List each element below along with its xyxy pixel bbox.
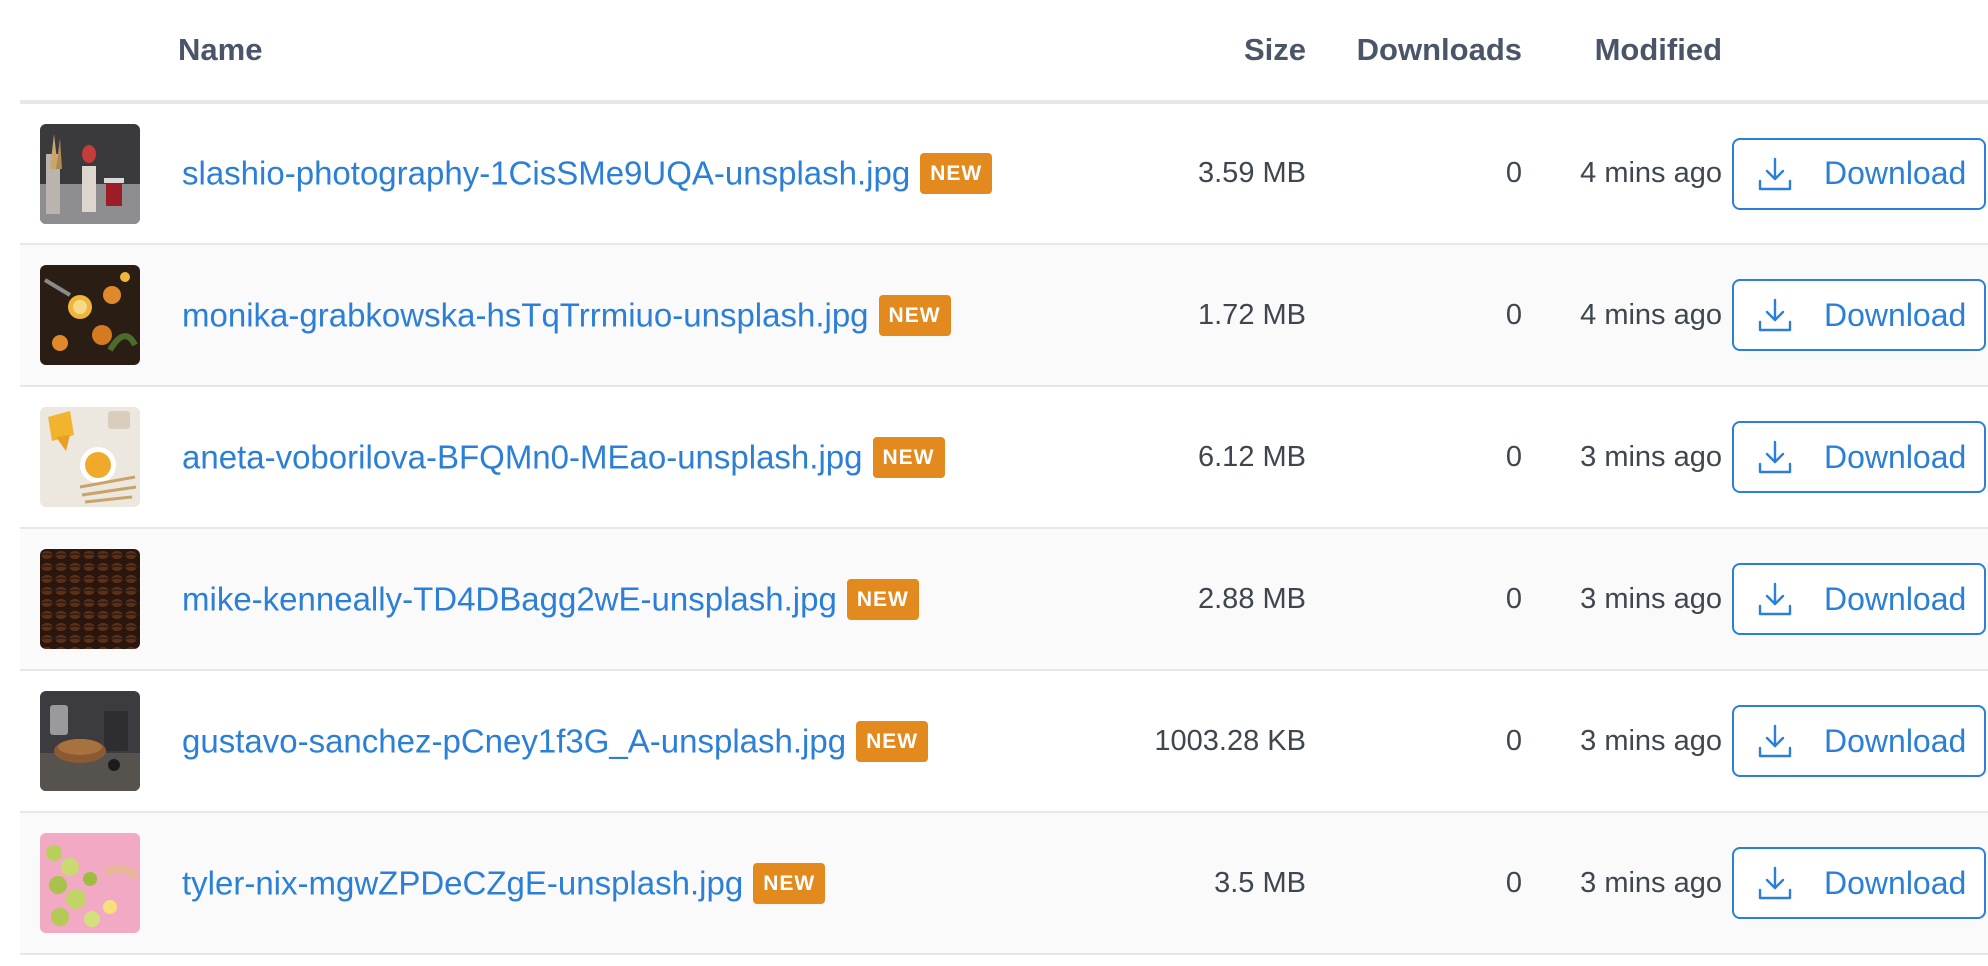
new-badge: NEW [878, 294, 951, 336]
download-icon [1756, 296, 1794, 334]
download-icon [1756, 722, 1794, 760]
thumbnail-cell [20, 528, 160, 671]
files-table: Name Size Downloads Modified slashio-pho… [20, 0, 1988, 955]
table-row: aneta-voborilova-BFQMn0-MEao-unsplash.jp… [20, 386, 1988, 529]
table-row: mike-kenneally-TD4DBagg2wE-unsplash.jpg N… [20, 528, 1988, 671]
file-link[interactable]: aneta-voborilova-BFQMn0-MEao-unsplash.jp… [182, 438, 863, 475]
thumbnail-cell [20, 102, 160, 245]
download-button-label: Download [1824, 438, 1967, 475]
file-thumbnail[interactable] [40, 407, 140, 507]
new-badge: NEW [753, 862, 826, 904]
download-icon [1756, 155, 1794, 193]
file-link[interactable]: monika-grabkowska-hsTqTrrmiuo-unsplash.j… [182, 296, 869, 333]
file-thumbnail[interactable] [40, 691, 140, 791]
new-badge: NEW [846, 578, 919, 620]
downloads-column-header[interactable]: Downloads [1316, 0, 1532, 104]
file-link[interactable]: gustavo-sanchez-pCney1f3G_A-unsplash.jpg [182, 722, 846, 759]
thumbnail-cell [20, 812, 160, 955]
actions-cell: Download [1732, 386, 1988, 529]
download-button-label: Download [1824, 864, 1967, 901]
modified-column-header[interactable]: Modified [1532, 0, 1732, 104]
table-row: monika-grabkowska-hsTqTrrmiuo-unsplash.j… [20, 244, 1988, 387]
download-button[interactable]: Download [1732, 705, 1987, 777]
download-button[interactable]: Download [1732, 847, 1987, 919]
file-link[interactable]: tyler-nix-mgwZPDeCZgE-unsplash.jpg [182, 864, 743, 901]
modified-cell: 3 mins ago [1532, 670, 1732, 813]
downloads-cell: 0 [1316, 812, 1532, 955]
table-row: tyler-nix-mgwZPDeCZgE-unsplash.jpg NEW 3.… [20, 812, 1988, 955]
thumbnail-column-header [20, 0, 160, 104]
actions-cell: Download [1732, 102, 1988, 245]
download-icon [1756, 864, 1794, 902]
downloads-cell: 0 [1316, 244, 1532, 387]
modified-cell: 3 mins ago [1532, 812, 1732, 955]
downloads-cell: 0 [1316, 670, 1532, 813]
name-cell: tyler-nix-mgwZPDeCZgE-unsplash.jpg NEW [160, 812, 896, 955]
download-button[interactable]: Download [1732, 421, 1987, 493]
thumbnail-cell [20, 244, 160, 387]
name-column-header[interactable]: Name [160, 0, 896, 104]
actions-cell: Download [1732, 244, 1988, 387]
table-row: gustavo-sanchez-pCney1f3G_A-unsplash.jpg… [20, 670, 1988, 813]
file-thumbnail[interactable] [40, 549, 140, 649]
new-badge: NEW [920, 153, 993, 194]
file-thumbnail[interactable] [40, 123, 140, 224]
download-button[interactable]: Download [1732, 279, 1987, 351]
download-icon [1756, 580, 1794, 618]
file-link[interactable]: mike-kenneally-TD4DBagg2wE-unsplash.jpg [182, 580, 837, 617]
file-list: Name Size Downloads Modified slashio-pho… [20, 0, 1988, 955]
size-cell: 2.88 MB [896, 528, 1316, 671]
download-button-label: Download [1824, 722, 1967, 759]
size-cell: 3.5 MB [896, 812, 1316, 955]
download-button-label: Download [1824, 155, 1967, 191]
size-cell: 1003.28 KB [896, 670, 1316, 813]
downloads-cell: 0 [1316, 528, 1532, 671]
modified-cell: 3 mins ago [1532, 528, 1732, 671]
actions-cell: Download [1732, 528, 1988, 671]
new-badge: NEW [872, 436, 945, 478]
downloads-cell: 0 [1316, 102, 1532, 245]
download-button-label: Download [1824, 296, 1967, 333]
table-row: slashio-photography-1CisSMe9UQA-unsplash… [20, 102, 1988, 245]
name-cell: slashio-photography-1CisSMe9UQA-unsplash… [160, 102, 993, 245]
download-button-label: Download [1824, 580, 1967, 617]
actions-cell: Download [1732, 670, 1988, 813]
thumbnail-cell [20, 670, 160, 813]
file-thumbnail[interactable] [40, 265, 140, 365]
actions-cell: Download [1732, 812, 1988, 955]
name-cell: gustavo-sanchez-pCney1f3G_A-unsplash.jpg… [160, 670, 929, 813]
modified-cell: 4 mins ago [1532, 244, 1732, 387]
thumbnail-cell [20, 386, 160, 529]
name-cell: mike-kenneally-TD4DBagg2wE-unsplash.jpg N… [160, 528, 919, 671]
download-icon [1756, 438, 1794, 476]
downloads-cell: 0 [1316, 386, 1532, 529]
download-button[interactable]: Download [1732, 563, 1987, 635]
modified-cell: 4 mins ago [1532, 102, 1732, 245]
size-cell: 6.12 MB [896, 386, 1316, 529]
size-cell: 1.72 MB [896, 244, 1316, 387]
actions-column-header [1732, 0, 1988, 104]
file-link[interactable]: slashio-photography-1CisSMe9UQA-unsplash… [182, 155, 910, 192]
table-header-row: Name Size Downloads Modified [20, 0, 1988, 104]
new-badge: NEW [856, 720, 929, 762]
download-button[interactable]: Download [1732, 137, 1987, 210]
size-column-header[interactable]: Size [896, 0, 1316, 104]
modified-cell: 3 mins ago [1532, 386, 1732, 529]
file-thumbnail[interactable] [40, 833, 140, 933]
name-cell: aneta-voborilova-BFQMn0-MEao-unsplash.jp… [160, 386, 945, 529]
name-cell: monika-grabkowska-hsTqTrrmiuo-unsplash.j… [160, 244, 951, 387]
